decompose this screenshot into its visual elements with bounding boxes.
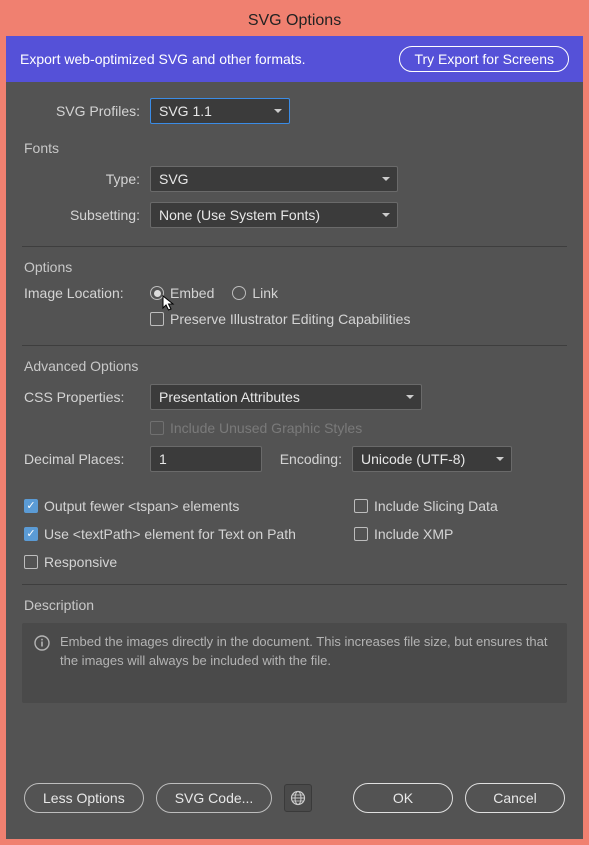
svg-profiles-select[interactable]: SVG 1.1 xyxy=(150,98,290,124)
window-title: SVG Options xyxy=(6,6,583,36)
options-section-title: Options xyxy=(24,259,567,275)
subsetting-select[interactable]: None (Use System Fonts) xyxy=(150,202,398,228)
svg-options-dialog: SVG Options Export web-optimized SVG and… xyxy=(6,6,583,839)
description-body: Embed the images directly in the documen… xyxy=(22,623,567,703)
output-fewer-tspan-label: Output fewer <tspan> elements xyxy=(44,498,239,514)
responsive-checkbox[interactable]: Responsive xyxy=(24,554,336,570)
cancel-button[interactable]: Cancel xyxy=(465,783,565,813)
include-xmp-checkbox[interactable]: Include XMP xyxy=(354,526,549,542)
globe-icon xyxy=(290,790,306,806)
svg-profiles-value: SVG 1.1 xyxy=(159,103,212,119)
banner-text: Export web-optimized SVG and other forma… xyxy=(20,51,306,67)
encoding-select[interactable]: Unicode (UTF-8) xyxy=(352,446,512,472)
include-unused-styles-label: Include Unused Graphic Styles xyxy=(170,420,362,436)
css-properties-value: Presentation Attributes xyxy=(159,389,300,405)
decimal-places-input[interactable] xyxy=(150,446,262,472)
radio-indicator xyxy=(150,286,164,300)
css-properties-label: CSS Properties: xyxy=(22,389,150,405)
checkbox-indicator xyxy=(24,555,38,569)
web-preview-button[interactable] xyxy=(284,784,312,812)
chevron-down-icon xyxy=(495,451,505,467)
chevron-down-icon xyxy=(273,103,283,119)
subsetting-value: None (Use System Fonts) xyxy=(159,207,320,223)
radio-indicator xyxy=(232,286,246,300)
dialog-content: SVG Profiles: SVG 1.1 Fonts Type: SVG Su… xyxy=(6,82,583,839)
info-banner: Export web-optimized SVG and other forma… xyxy=(6,36,583,82)
checkbox-indicator xyxy=(150,312,164,326)
try-export-for-screens-button[interactable]: Try Export for Screens xyxy=(399,46,569,72)
svg-profiles-label: SVG Profiles: xyxy=(22,103,150,119)
checkbox-indicator xyxy=(24,499,38,513)
use-textpath-label: Use <textPath> element for Text on Path xyxy=(44,526,296,542)
include-slicing-checkbox[interactable]: Include Slicing Data xyxy=(354,498,549,514)
checkbox-indicator xyxy=(354,527,368,541)
include-xmp-label: Include XMP xyxy=(374,526,453,542)
fonts-section-title: Fonts xyxy=(24,140,567,156)
chevron-down-icon xyxy=(405,389,415,405)
chevron-down-icon xyxy=(381,207,391,223)
button-bar: Less Options SVG Code... OK Cancel xyxy=(22,765,567,829)
image-location-link-radio[interactable]: Link xyxy=(232,285,278,301)
link-label: Link xyxy=(252,285,278,301)
preserve-editing-checkbox[interactable]: Preserve Illustrator Editing Capabilitie… xyxy=(150,311,410,327)
preserve-editing-label: Preserve Illustrator Editing Capabilitie… xyxy=(170,311,410,327)
font-type-select[interactable]: SVG xyxy=(150,166,398,192)
responsive-label: Responsive xyxy=(44,554,117,570)
font-type-label: Type: xyxy=(42,171,150,187)
output-fewer-tspan-checkbox[interactable]: Output fewer <tspan> elements xyxy=(24,498,336,514)
include-slicing-label: Include Slicing Data xyxy=(374,498,498,514)
decimal-places-label: Decimal Places: xyxy=(22,451,150,467)
ok-button[interactable]: OK xyxy=(353,783,453,813)
encoding-label: Encoding: xyxy=(262,451,352,467)
description-title: Description xyxy=(24,597,567,613)
checkbox-indicator xyxy=(150,421,164,435)
description-text: Embed the images directly in the documen… xyxy=(60,633,555,679)
embed-label: Embed xyxy=(170,285,214,301)
image-location-embed-radio[interactable]: Embed xyxy=(150,285,214,301)
checkbox-indicator xyxy=(354,499,368,513)
font-type-value: SVG xyxy=(159,171,189,187)
subsetting-label: Subsetting: xyxy=(42,207,150,223)
info-icon xyxy=(34,635,50,651)
svg-code-button[interactable]: SVG Code... xyxy=(156,783,273,813)
chevron-down-icon xyxy=(381,171,391,187)
checkbox-indicator xyxy=(24,527,38,541)
image-location-label: Image Location: xyxy=(22,285,150,301)
less-options-button[interactable]: Less Options xyxy=(24,783,144,813)
css-properties-select[interactable]: Presentation Attributes xyxy=(150,384,422,410)
include-unused-styles-checkbox: Include Unused Graphic Styles xyxy=(150,420,362,436)
use-textpath-checkbox[interactable]: Use <textPath> element for Text on Path xyxy=(24,526,336,542)
advanced-options-title: Advanced Options xyxy=(24,358,567,374)
encoding-value: Unicode (UTF-8) xyxy=(361,451,465,467)
